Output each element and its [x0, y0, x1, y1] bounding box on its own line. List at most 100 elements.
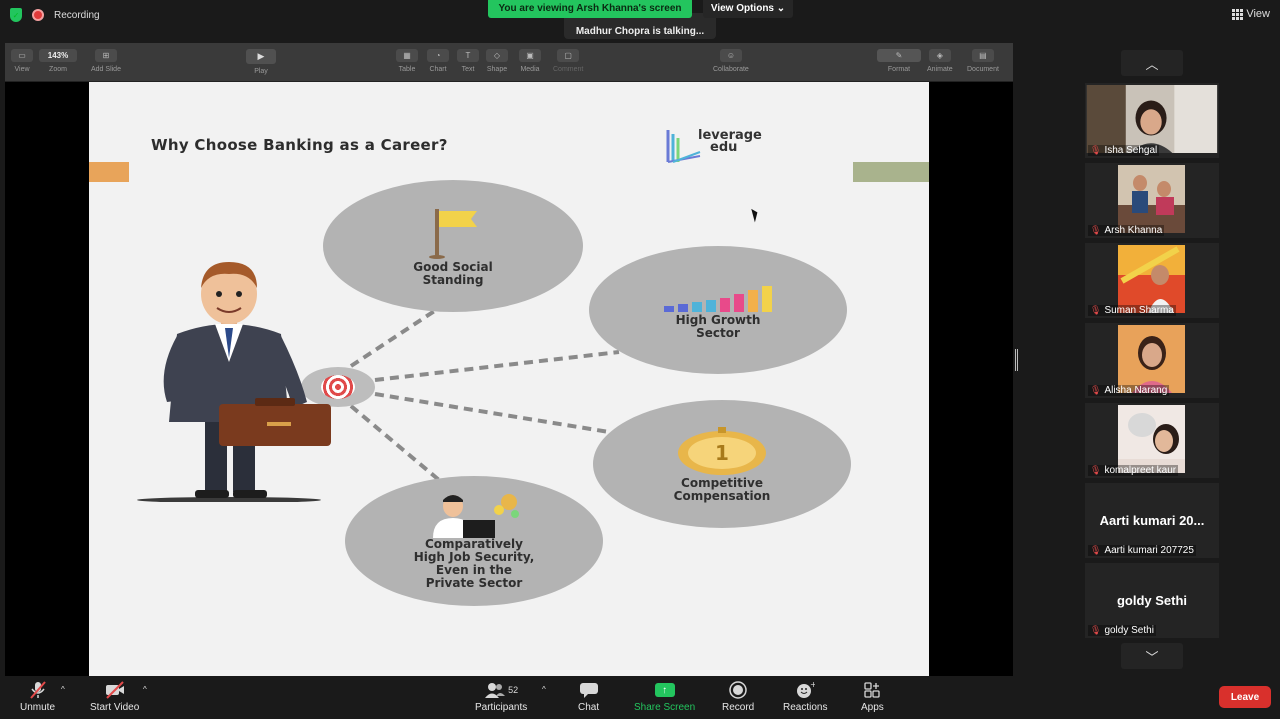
tb-view-button[interactable]: ▭ View — [11, 49, 33, 73]
tb-play-label: Play — [254, 68, 268, 75]
participant-name: 🎙 goldy Sethi — [1088, 625, 1156, 636]
participant-name: 🎙 Isha Sehgal — [1088, 145, 1160, 156]
tb-document-button[interactable]: ▤ Document — [967, 49, 999, 73]
share-screen-label: Share Screen — [634, 702, 696, 713]
apps-icon — [863, 681, 881, 699]
share-screen-button[interactable]: ↑ Share Screen — [634, 681, 695, 713]
tb-table-label: Table — [398, 66, 416, 73]
participant-tile[interactable]: Aarti kumari 20... 🎙 Aarti kumari 207725 — [1085, 483, 1219, 558]
tb-chart-label: Chart — [429, 66, 447, 73]
participant-name: 🎙 Alisha Narang — [1088, 385, 1170, 396]
tb-media-button[interactable]: ▣ Media — [519, 49, 541, 73]
tb-play-button[interactable]: ▶ Play — [246, 49, 276, 75]
participant-video — [1086, 85, 1218, 153]
security-shield-icon[interactable]: ✓ — [10, 8, 22, 22]
tb-zoom-label: Zoom — [49, 66, 67, 73]
record-icon — [729, 681, 747, 699]
apps-button[interactable]: Apps — [861, 681, 884, 713]
tb-animate-button[interactable]: ◈ Animate — [927, 49, 953, 73]
tb-format-button[interactable]: ✎ Format — [877, 49, 921, 73]
comment-icon: ▢ — [557, 49, 580, 62]
participants-button[interactable]: 52 Participants — [475, 681, 527, 713]
tb-chart-button[interactable]: ◔ Chart — [427, 49, 449, 73]
chat-label: Chat — [578, 702, 600, 713]
presentation-slide: Why Choose Banking as a Career? leverage… — [89, 82, 929, 676]
table-icon: ▦ — [396, 49, 418, 62]
view-label: View — [1246, 8, 1270, 20]
format-brush-icon: ✎ — [877, 49, 921, 62]
reactions-button[interactable]: + Reactions — [783, 681, 827, 713]
tb-shape-button[interactable]: ◇ Shape — [486, 49, 508, 73]
gallery-scroll-down-button[interactable]: ﹀ — [1121, 643, 1183, 669]
gallery-scroll-up-button[interactable]: ︿ — [1121, 50, 1183, 76]
add-slide-icon: ⊞ — [94, 49, 117, 62]
participant-video — [1118, 325, 1185, 393]
participant-tile[interactable]: 🎙 komalpreet kaur — [1085, 403, 1219, 478]
viewing-screen-banner: You are viewing Arsh Khanna's screen — [488, 0, 692, 18]
layout-view-button[interactable]: View — [1232, 8, 1270, 20]
grid-view-icon — [1232, 9, 1244, 20]
chat-button[interactable]: Chat — [578, 681, 599, 713]
benefit-bubble-job-security: Comparatively High Job Security, Even in… — [345, 476, 603, 606]
tb-text-button[interactable]: T Text — [457, 49, 479, 73]
participant-name-text: Alisha Narang — [1104, 385, 1168, 396]
collaborate-icon: ☺ — [719, 49, 742, 62]
mic-off-icon: 🎙 — [1090, 305, 1102, 315]
tb-animate-label: Animate — [927, 66, 953, 73]
unmute-button[interactable]: Unmute — [20, 681, 55, 713]
tb-view-label: View — [14, 66, 30, 73]
participant-name-text: Isha Sehgal — [1104, 145, 1158, 156]
apps-label: Apps — [861, 702, 884, 713]
leave-button[interactable]: Leave — [1219, 686, 1271, 708]
svg-text:+: + — [810, 681, 815, 689]
reactions-label: Reactions — [783, 702, 828, 713]
benefit-bubble-social-standing: Good Social Standing — [323, 180, 583, 312]
view-options-label: View Options — [710, 3, 774, 14]
participant-count: 52 — [508, 685, 519, 695]
tb-shape-label: Shape — [486, 66, 508, 73]
record-button[interactable]: Record — [722, 681, 754, 713]
participant-tile[interactable]: goldy Sethi 🎙 goldy Sethi — [1085, 563, 1219, 638]
mic-off-icon: 🎙 — [1090, 225, 1102, 235]
participants-label: Participants — [475, 702, 528, 713]
tb-zoom-button[interactable]: 143% Zoom — [39, 49, 77, 73]
zoom-value: 143% — [39, 49, 77, 62]
participant-tile[interactable]: 🎙 Isha Sehgal — [1085, 83, 1219, 158]
participant-video — [1118, 405, 1185, 473]
tb-table-button[interactable]: ▦ Table — [396, 49, 418, 73]
recording-indicator[interactable]: ✓ Recording — [10, 8, 100, 22]
participant-video — [1118, 165, 1185, 233]
smiley-plus-icon: + — [795, 681, 815, 699]
media-icon: ▣ — [519, 49, 541, 62]
tb-text-label: Text — [461, 66, 475, 73]
microphone-muted-icon — [28, 681, 48, 699]
audio-options-caret-icon[interactable]: ^ — [61, 685, 65, 694]
participant-tile[interactable]: 🎙 Alisha Narang — [1085, 323, 1219, 398]
gold-coin-icon: 1 — [678, 427, 766, 475]
participant-tile[interactable]: 🎙 Suman Sharma — [1085, 243, 1219, 318]
tb-comment-button[interactable]: ▢ Comment — [553, 49, 583, 73]
benefit-bubble-compensation: 1 Competitive Compensation — [593, 400, 851, 528]
participant-video — [1118, 245, 1185, 313]
participant-name: 🎙 Suman Sharma — [1088, 305, 1176, 316]
view-options-button[interactable]: View Options ⌄ — [703, 0, 793, 18]
benefit-bubble-growth-sector: High Growth Sector — [589, 246, 847, 374]
video-options-caret-icon[interactable]: ^ — [143, 685, 147, 694]
tb-collaborate-label: Collaborate — [713, 66, 749, 73]
office-worker-icon — [433, 494, 519, 538]
keynote-toolbar: ▭ View 143% Zoom ⊞ Add Slide ▶ Play ▦ Table ◔… — [5, 43, 1013, 82]
growth-bar-chart-icon — [664, 286, 772, 312]
mic-off-icon: 🎙 — [1090, 465, 1102, 475]
participants-options-caret-icon[interactable]: ^ — [542, 685, 546, 694]
tb-add-slide-button[interactable]: ⊞ Add Slide — [91, 49, 121, 73]
chevron-up-icon: ︿ — [1145, 56, 1159, 72]
document-icon: ▤ — [971, 49, 994, 62]
tb-format-label: Format — [887, 66, 911, 73]
start-video-button[interactable]: Start Video — [90, 681, 139, 713]
talking-status-text: Madhur Chopra is talking... — [575, 26, 705, 37]
participant-name: 🎙 Arsh Khanna — [1088, 225, 1165, 236]
participant-tile[interactable]: 🎙 Arsh Khanna — [1085, 163, 1219, 238]
panel-resize-handle[interactable] — [1015, 349, 1018, 371]
tb-collaborate-button[interactable]: ☺ Collaborate — [713, 49, 749, 73]
mic-off-icon: 🎙 — [1090, 545, 1102, 555]
